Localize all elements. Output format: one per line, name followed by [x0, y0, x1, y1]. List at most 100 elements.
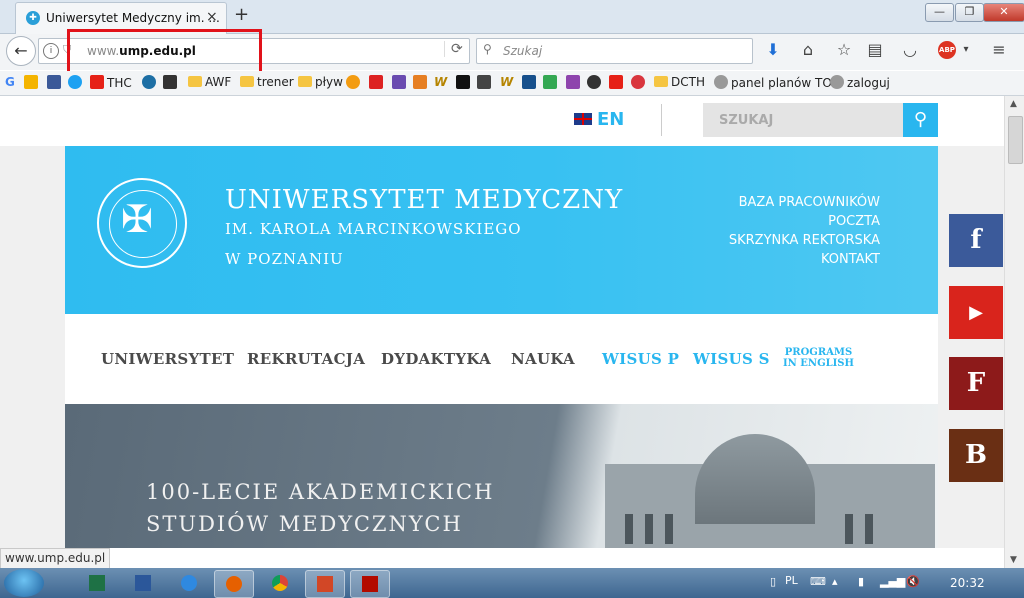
vertical-scrollbar[interactable]: ▲ ▼	[1004, 96, 1024, 568]
window-shape	[865, 514, 873, 544]
bookmark-icon-j[interactable]: W	[500, 75, 513, 89]
internet-explorer-icon[interactable]	[170, 570, 208, 596]
chevron-up-icon[interactable]: ▴	[832, 575, 838, 588]
flickr-icon[interactable]: F	[949, 357, 1003, 410]
programs-line1: PROGRAMS	[784, 347, 853, 358]
scrollbar-thumb[interactable]	[1008, 116, 1023, 164]
site-favicon-icon: ✚	[26, 11, 40, 25]
bookmark-icon-c[interactable]	[346, 75, 363, 90]
facebook-bookmark-icon[interactable]	[47, 75, 64, 90]
search-placeholder: Szukaj	[503, 44, 543, 58]
bookmark-icon-b[interactable]	[163, 75, 180, 90]
link-skrzynka-rektorska[interactable]: SKRZYNKA REKTORSKA	[729, 233, 880, 248]
banner-title-line2: STUDIÓW MEDYCZNYCH	[146, 512, 463, 536]
twitter-bookmark-icon[interactable]	[68, 75, 85, 90]
site-name-line1[interactable]: UNIWERSYTET MEDYCZNY	[225, 185, 623, 215]
firefox-icon[interactable]	[214, 570, 254, 598]
bookmark-label: panel planów TO	[731, 76, 832, 90]
close-window-button[interactable]: ✕	[983, 3, 1024, 22]
bookmark-label: DCTH	[671, 75, 705, 89]
globe-icon	[714, 75, 728, 89]
scroll-down-icon[interactable]: ▼	[1010, 555, 1017, 565]
bookmark-awf[interactable]: AWF	[188, 75, 231, 89]
bookmark-icon-p[interactable]	[631, 75, 648, 90]
keyboard-language[interactable]: PL	[785, 574, 798, 587]
bookmark-icon-k[interactable]	[522, 75, 539, 90]
link-kontakt[interactable]: KONTAKT	[821, 252, 880, 267]
bookmark-icon-a[interactable]	[142, 75, 159, 90]
status-bar-url: www.ump.edu.pl	[0, 548, 111, 570]
bookmark-icon-m[interactable]	[566, 75, 583, 90]
bookmark-icon-f[interactable]	[413, 75, 430, 90]
bookmark-thc[interactable]: THC	[90, 75, 132, 90]
presentation-app-icon[interactable]	[305, 570, 345, 598]
bookmark-label: zaloguj	[847, 76, 890, 90]
drive-bookmark-icon[interactable]	[24, 75, 41, 90]
menu-item-programs-in-english[interactable]: PROGRAMS IN ENGLISH	[783, 347, 854, 369]
site-name-line3[interactable]: W POZNANIU	[225, 250, 344, 268]
university-seal-logo[interactable]: ✠	[97, 178, 187, 268]
site-search-input[interactable]: SZUKAJ	[703, 103, 903, 137]
menu-item-rekrutacja[interactable]: REKRUTACJA	[247, 350, 365, 368]
bookmark-icon-h[interactable]	[456, 75, 473, 90]
minimize-button[interactable]: —	[925, 3, 954, 22]
chevron-down-icon[interactable]: ▾	[955, 44, 977, 55]
menu-item-nauka[interactable]: NAUKA	[511, 350, 575, 368]
bookmark-dcth[interactable]: DCTH	[654, 75, 705, 89]
word-icon[interactable]	[124, 570, 162, 596]
blog-icon[interactable]: B	[949, 429, 1003, 482]
link-baza-pracownikow[interactable]: BAZA PRACOWNIKÓW	[739, 195, 880, 210]
star-icon[interactable]: ☆	[833, 40, 855, 59]
signal-icon[interactable]: ▂▄▆	[880, 575, 905, 588]
excel-icon[interactable]	[78, 570, 116, 596]
menu-icon[interactable]: ≡	[988, 40, 1010, 59]
device-icon[interactable]: ▯	[770, 575, 776, 588]
link-poczta[interactable]: POCZTA	[828, 214, 880, 229]
uk-flag-icon[interactable]	[574, 113, 592, 125]
browser-search-input[interactable]: ⚲ Szukaj	[476, 38, 753, 64]
bookmark-icon-n[interactable]	[587, 75, 604, 90]
home-icon[interactable]: ⌂	[797, 40, 819, 59]
keyboard-icon[interactable]: ⌨	[810, 575, 826, 588]
menu-item-uniwersytet[interactable]: UNIWERSYTET	[101, 350, 234, 368]
menu-item-dydaktyka[interactable]: DYDAKTYKA	[381, 350, 491, 368]
site-search-button[interactable]: ⚲	[903, 103, 938, 137]
volume-muted-icon[interactable]: 🔇	[906, 575, 920, 588]
bookmark-icon-l[interactable]	[543, 75, 560, 90]
language-switch[interactable]: EN	[597, 109, 624, 130]
bookmark-icon-o[interactable]	[609, 75, 626, 90]
maximize-button[interactable]: ❐	[955, 3, 984, 22]
adblock-icon[interactable]: ABP	[938, 41, 956, 59]
bookmark-icon-d[interactable]	[369, 75, 386, 90]
youtube-icon[interactable]: ▶	[949, 286, 1003, 339]
bookmark-trener[interactable]: trener	[240, 75, 294, 89]
reading-list-icon[interactable]: ▤	[864, 40, 886, 59]
clock[interactable]: 20:32	[950, 576, 985, 590]
google-bookmark-icon[interactable]: G	[5, 75, 15, 89]
menu-item-wisus-s[interactable]: WISUS S	[693, 350, 770, 368]
scroll-up-icon[interactable]: ▲	[1010, 99, 1017, 109]
banner-title-line1: 100-LECIE AKADEMICKICH	[146, 480, 495, 504]
bookmark-panel-planow[interactable]: panel planów TO	[714, 75, 832, 90]
bookmark-plyw[interactable]: pływ	[298, 75, 343, 89]
site-name-line2[interactable]: IM. KAROLA MARCINKOWSKIEGO	[225, 220, 522, 238]
new-tab-button[interactable]: +	[234, 4, 249, 25]
bookmark-label: AWF	[205, 75, 232, 89]
reload-icon[interactable]: ⟳	[444, 41, 463, 57]
bookmark-icon-g[interactable]: W	[434, 75, 447, 89]
facebook-icon[interactable]: f	[949, 214, 1003, 267]
folder-icon	[188, 76, 202, 87]
battery-icon[interactable]: ▮	[858, 575, 864, 588]
pdf-reader-icon[interactable]	[350, 570, 390, 598]
back-button[interactable]: ←	[6, 36, 36, 66]
bookmark-zaloguj[interactable]: zaloguj	[830, 75, 890, 90]
menu-item-wisus-p[interactable]: WISUS P	[602, 350, 679, 368]
close-tab-icon[interactable]: ×	[206, 9, 218, 25]
chrome-icon[interactable]	[261, 570, 299, 596]
start-button[interactable]	[4, 569, 44, 597]
info-icon[interactable]: i	[43, 43, 59, 59]
bookmark-icon-e[interactable]	[392, 75, 409, 90]
download-icon[interactable]: ⬇	[762, 40, 784, 59]
bookmark-icon-i[interactable]	[477, 75, 494, 90]
pocket-icon[interactable]: ◡	[899, 40, 921, 59]
